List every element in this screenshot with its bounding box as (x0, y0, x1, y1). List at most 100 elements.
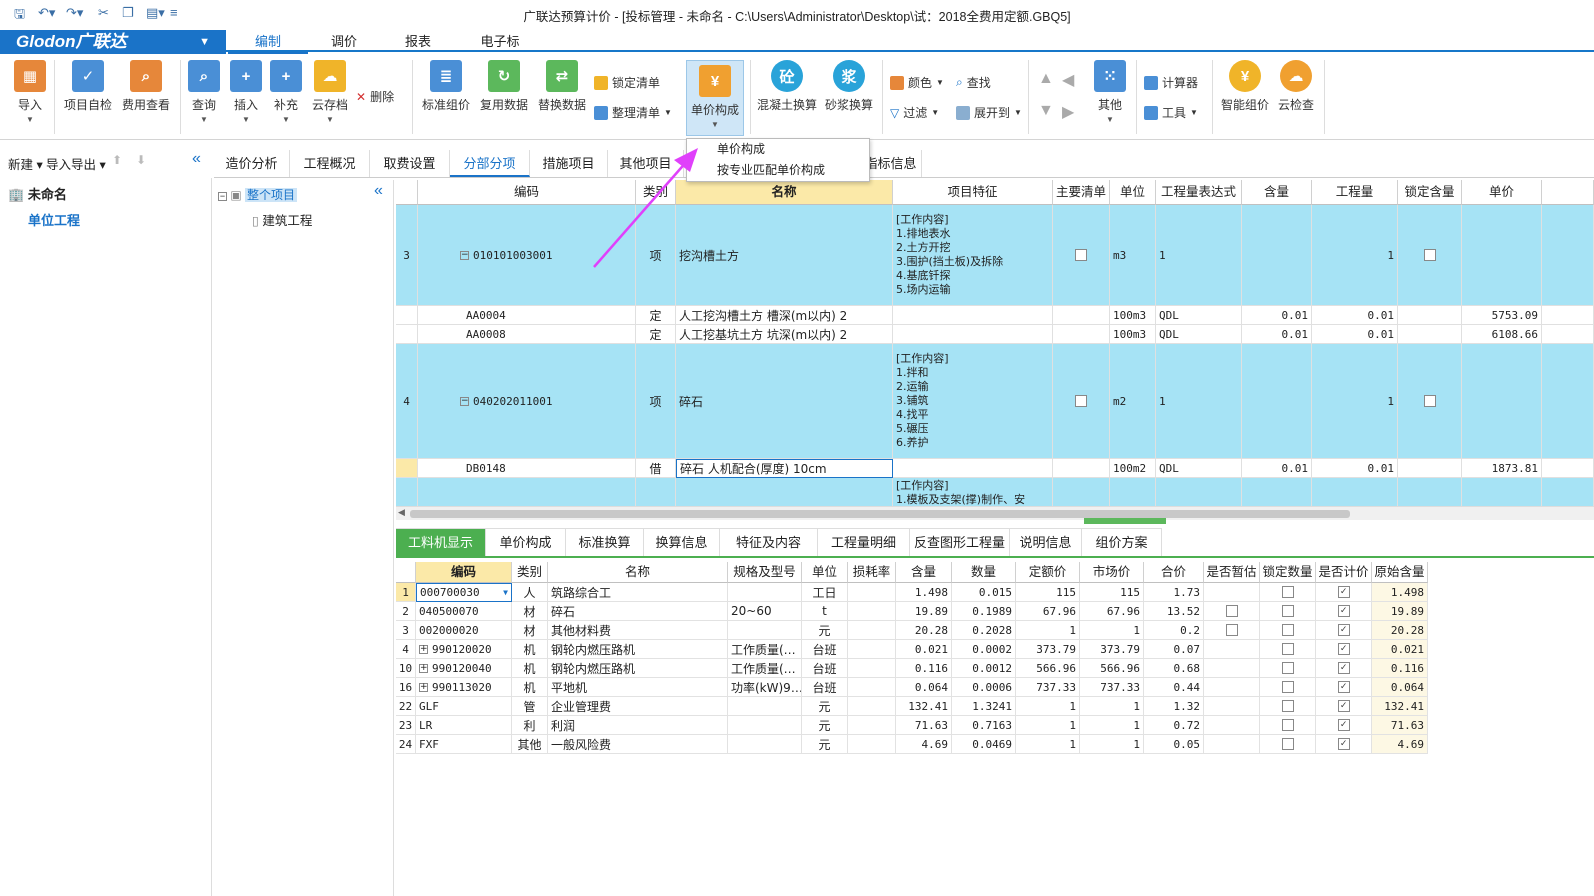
grid-cell-name[interactable]: 碎石 (676, 344, 893, 459)
resource-cell-qty[interactable]: 0.0006 (952, 678, 1016, 697)
resource-cell-est[interactable] (1204, 659, 1260, 678)
resource-cell-orig[interactable]: 1.498 (1372, 583, 1428, 602)
resource-cell-qty[interactable]: 0.015 (952, 583, 1016, 602)
resource-cell-total[interactable]: 0.07 (1144, 640, 1204, 659)
grid-header[interactable]: 单位 (1110, 180, 1156, 205)
resource-cell-code[interactable]: +990120020 (416, 640, 512, 659)
grid-cell-type[interactable]: 定 (636, 325, 676, 344)
grid-cell-price[interactable] (1462, 205, 1542, 306)
resource-cell-total[interactable]: 0.2 (1144, 621, 1204, 640)
grid-cell-type[interactable] (636, 478, 676, 506)
resource-cell-type[interactable]: 机 (512, 678, 548, 697)
bottom-tab[interactable]: 单价构成 (486, 528, 566, 556)
grid-cell-name[interactable]: 挖沟槽土方 (676, 205, 893, 306)
bottom-tab[interactable]: 组价方案 (1082, 528, 1162, 556)
grid-cell-name[interactable]: 人工挖基坑土方 坑深(m以内) 2 (676, 325, 893, 344)
resource-cell-est[interactable] (1204, 602, 1260, 621)
resource-cell-unit[interactable]: t (802, 602, 848, 621)
resource-cell-n[interactable]: 24 (396, 735, 416, 754)
resource-cell-name[interactable]: 钢轮内燃压路机 (548, 659, 728, 678)
reuse-data-button[interactable]: ↻ 复用数据 (476, 60, 532, 113)
resource-cell-unit[interactable]: 台班 (802, 640, 848, 659)
grid-cell-main[interactable] (1053, 205, 1110, 306)
grid-cell-unit[interactable]: 100m3 (1110, 306, 1156, 325)
resource-cell-priced[interactable] (1316, 640, 1372, 659)
grid-cell-num[interactable]: 4 (396, 344, 418, 459)
resource-cell-code[interactable]: 002000020 (416, 621, 512, 640)
grid-cell-content[interactable] (1242, 344, 1312, 459)
grid-cell-num[interactable] (396, 459, 418, 478)
resource-cell-code[interactable]: +990113020 (416, 678, 512, 697)
resource-cell-total[interactable]: 1.73 (1144, 583, 1204, 602)
resource-cell-name[interactable]: 平地机 (548, 678, 728, 697)
find-button[interactable]: ⌕ 查找 (956, 74, 991, 91)
resource-cell-content[interactable]: 4.69 (896, 735, 952, 754)
checkbox[interactable] (1075, 395, 1087, 407)
resource-cell-content[interactable]: 20.28 (896, 621, 952, 640)
grid-cell-qty[interactable]: 0.01 (1312, 306, 1398, 325)
resource-cell-est[interactable] (1204, 697, 1260, 716)
resource-cell-type[interactable]: 材 (512, 602, 548, 621)
resource-cell-orig[interactable]: 19.89 (1372, 602, 1428, 621)
down-arrow-icon[interactable]: ⬇ (136, 153, 146, 167)
resource-cell-lock[interactable] (1260, 678, 1316, 697)
resource-cell-name[interactable]: 企业管理费 (548, 697, 728, 716)
resource-cell-quota[interactable]: 373.79 (1016, 640, 1080, 659)
lock-list-button[interactable]: 锁定清单 (594, 74, 660, 91)
resource-cell-code[interactable]: 040500070 (416, 602, 512, 621)
resource-cell-market[interactable]: 566.96 (1080, 659, 1144, 678)
resource-cell-orig[interactable]: 4.69 (1372, 735, 1428, 754)
grid-cell-price[interactable]: 1873.81 (1462, 459, 1542, 478)
resource-cell-unit[interactable]: 元 (802, 697, 848, 716)
resource-header[interactable]: 是否暂估 (1204, 562, 1260, 583)
grid-cell-code[interactable]: AA0004 (418, 306, 636, 325)
resource-header[interactable]: 锁定数量 (1260, 562, 1316, 583)
grid-header[interactable]: 名称 (676, 180, 893, 205)
grid-cell-lock[interactable] (1398, 344, 1462, 459)
resource-cell-loss[interactable] (848, 659, 896, 678)
app-logo[interactable]: Glodon广联达 ▼ (0, 30, 226, 54)
insert-button[interactable]: + 插入 ▼ (228, 60, 264, 124)
resource-cell-market[interactable]: 737.33 (1080, 678, 1144, 697)
grid-cell-content[interactable]: 0.01 (1242, 459, 1312, 478)
grid-cell-feature[interactable] (893, 306, 1053, 325)
grid-cell-extra[interactable] (1542, 459, 1594, 478)
resource-cell-content[interactable]: 0.064 (896, 678, 952, 697)
grid-header[interactable]: 工程量 (1312, 180, 1398, 205)
checkbox[interactable] (1225, 624, 1238, 636)
resource-cell-lock[interactable] (1260, 735, 1316, 754)
resource-cell-name[interactable]: 利润 (548, 716, 728, 735)
fee-view-button[interactable]: ⌕ 费用查看 (118, 60, 174, 113)
resource-cell-priced[interactable] (1316, 583, 1372, 602)
replace-data-button[interactable]: ⇄ 替换数据 (534, 60, 590, 113)
menu-tab-etender[interactable]: 电子标 (456, 30, 544, 54)
grid-cell-content[interactable]: 0.01 (1242, 306, 1312, 325)
grid-cell-feature[interactable] (893, 459, 1053, 478)
resource-cell-priced[interactable] (1316, 716, 1372, 735)
resource-cell-n[interactable]: 4 (396, 640, 416, 659)
collapse-icon[interactable]: − (460, 396, 469, 406)
resource-cell-market[interactable]: 1 (1080, 697, 1144, 716)
resource-cell-est[interactable] (1204, 640, 1260, 659)
resource-cell-orig[interactable]: 71.63 (1372, 716, 1428, 735)
resource-cell-code[interactable]: LR (416, 716, 512, 735)
checkbox[interactable] (1281, 738, 1294, 750)
grid-cell-price[interactable] (1462, 344, 1542, 459)
checkbox[interactable] (1075, 249, 1087, 261)
tree-child[interactable]: 单位工程 (28, 210, 80, 229)
collapse-left-icon[interactable]: « (192, 150, 201, 168)
resource-cell-priced[interactable] (1316, 621, 1372, 640)
grid-header[interactable]: 锁定含量 (1398, 180, 1462, 205)
grid-cell-extra[interactable] (1542, 344, 1594, 459)
grid-cell-unit[interactable]: 100m2 (1110, 459, 1156, 478)
resource-cell-content[interactable]: 19.89 (896, 602, 952, 621)
checkbox[interactable] (1281, 643, 1294, 655)
grid-cell-num[interactable] (396, 306, 418, 325)
resource-cell-content[interactable]: 0.021 (896, 640, 952, 659)
grid-cell-feature[interactable]: [工作内容] 1.拌和 2.运输 3.铺筑 4.找平 5.碾压 6.养护 (893, 344, 1053, 459)
grid-header[interactable]: 含量 (1242, 180, 1312, 205)
grid-cell-code[interactable]: DB0148 (418, 459, 636, 478)
resource-cell-unit[interactable]: 元 (802, 735, 848, 754)
grid-cell-feature[interactable]: [工作内容] 1.模板及支架(撑)制作、安 (893, 478, 1053, 506)
tab-subdivision[interactable]: 分部分项 (450, 150, 530, 177)
